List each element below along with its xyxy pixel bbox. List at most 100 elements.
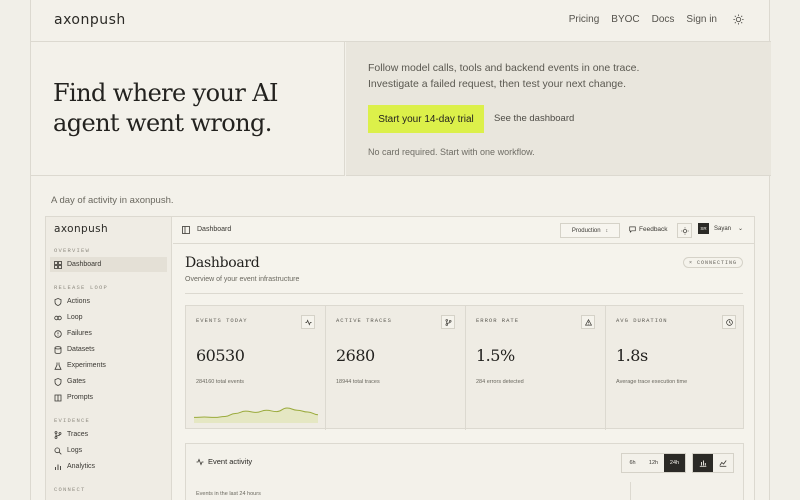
chevron-down-icon: ⌄ <box>738 226 744 232</box>
stat-card-events: EVENTS TODAY 60530 284160 total events <box>186 306 326 430</box>
clock-icon <box>722 315 736 329</box>
brand-logo[interactable]: axonpush <box>54 12 126 28</box>
sidebar-item-dashboard[interactable]: Dashboard <box>50 257 167 272</box>
sidebar-logo[interactable]: axonpush <box>54 223 108 235</box>
sidebar-item-traces[interactable]: Traces <box>50 427 167 442</box>
activity-subtitle: Events in the last 24 hours <box>196 491 261 497</box>
start-trial-button[interactable]: Start your 14-day trial <box>368 105 484 133</box>
hero-right: Follow model calls, tools and backend ev… <box>346 42 771 176</box>
breadcrumb: Dashboard <box>197 226 232 233</box>
stat-description: 18944 total traces <box>336 379 380 385</box>
avatar: SR <box>698 223 709 234</box>
sidebar-item-failures[interactable]: Failures <box>50 326 167 341</box>
chart-view-toggle <box>692 453 734 473</box>
event-activity-panel: Event activity 6h 12h 24h Events in the … <box>185 443 744 500</box>
book-icon <box>54 394 62 401</box>
see-dashboard-link[interactable]: See the dashboard <box>494 113 574 124</box>
nav-link-docs[interactable]: Docs <box>652 14 675 25</box>
stat-value: 2680 <box>336 346 375 365</box>
activity-icon <box>196 457 204 466</box>
nav-link-pricing[interactable]: Pricing <box>569 14 600 25</box>
stat-label: ERROR RATE <box>476 317 520 324</box>
sidebar-item-label: Dashboard <box>67 261 102 268</box>
range-24h[interactable]: 24h <box>664 454 685 472</box>
bar-chart-icon <box>55 464 61 470</box>
sidebar-section-connect: CONNECT <box>54 486 86 493</box>
search-icon <box>54 446 62 455</box>
page-frame: axonpush Pricing BYOC Docs Sign in Find … <box>30 0 771 500</box>
page-subtitle: Overview of your event infrastructure <box>185 276 300 283</box>
hero-left: Find where your AI agent went wrong. <box>31 42 345 176</box>
nav-links: Pricing BYOC Docs Sign in <box>569 14 771 25</box>
nav-link-byoc[interactable]: BYOC <box>611 14 639 25</box>
feedback-button[interactable]: Feedback <box>629 226 668 233</box>
stat-value: 1.8s <box>616 346 648 365</box>
feedback-label: Feedback <box>639 226 668 233</box>
sidebar-section-release: RELEASE LOOP <box>54 284 109 291</box>
sidebar-item-experiments[interactable]: Experiments <box>50 358 167 373</box>
message-icon <box>629 226 636 233</box>
git-branch-icon <box>54 430 62 439</box>
sun-icon <box>680 226 689 235</box>
sidebar-item-label: Analytics <box>67 463 96 470</box>
bar-chart-view-button[interactable] <box>693 454 713 472</box>
stat-label: EVENTS TODAY <box>196 317 248 324</box>
top-nav: axonpush Pricing BYOC Docs Sign in <box>31 0 771 42</box>
grid-icon <box>54 260 62 269</box>
stat-label: ACTIVE TRACES <box>336 317 392 324</box>
stat-card-duration: AVG DURATION 1.8s Average trace executio… <box>606 306 746 430</box>
area-chart-icon <box>719 460 727 467</box>
stat-card-error-rate: ERROR RATE 1.5% 284 errors detected <box>466 306 606 430</box>
shield-icon <box>54 377 62 386</box>
environment-select[interactable]: Production ↕ <box>560 223 620 238</box>
sidebar-item-analytics[interactable]: Analytics <box>50 459 167 474</box>
sun-icon[interactable] <box>733 14 744 25</box>
user-menu[interactable]: SR Sayan ⌄ <box>698 223 743 234</box>
stat-value: 1.5% <box>476 346 515 365</box>
demo-caption: A day of activity in axonpush. <box>51 195 174 206</box>
environment-label: Production <box>571 227 601 234</box>
hero-note: No card required. Start with one workflo… <box>368 147 535 157</box>
status-label: CONNECTING <box>697 259 738 266</box>
sidebar-item-label: Datasets <box>67 346 95 353</box>
sidebar-item-prompts[interactable]: Prompts <box>50 390 167 405</box>
sidebar-item-datasets[interactable]: Datasets <box>50 342 167 357</box>
sidebar-item-label: Logs <box>67 447 83 454</box>
range-12h[interactable]: 12h <box>643 454 664 472</box>
sidebar-item-label: Traces <box>67 431 89 438</box>
app-topbar: Dashboard Production ↕ Feedback SR Sayan … <box>173 217 755 244</box>
hero-title: Find where your AI agent went wrong. <box>53 79 278 137</box>
area-chart-view-button[interactable] <box>713 454 733 472</box>
bar-chart-icon <box>699 460 707 467</box>
stat-value: 60530 <box>196 346 245 365</box>
activity-title: Event activity <box>196 457 252 466</box>
sidebar-item-gates[interactable]: Gates <box>50 374 167 389</box>
sidebar-item-label: Prompts <box>67 394 94 401</box>
activity-title-label: Event activity <box>208 457 253 466</box>
divider <box>185 293 743 294</box>
time-range-toggle: 6h 12h 24h <box>621 453 686 473</box>
sidebar-item-loop[interactable]: Loop <box>50 310 167 325</box>
sidebar-item-actions[interactable]: Actions <box>50 294 167 309</box>
branch-icon <box>441 315 455 329</box>
chevron-updown-icon: ↕ <box>605 227 609 234</box>
nav-link-signin[interactable]: Sign in <box>686 14 717 25</box>
user-name: Sayan <box>714 225 732 232</box>
sidebar: axonpush OVERVIEW Dashboard RELEASE LOOP… <box>46 217 172 500</box>
sidebar-item-label: Actions <box>67 298 90 305</box>
sidebar-item-label: Experiments <box>67 362 106 369</box>
theme-toggle-button[interactable] <box>677 223 692 238</box>
chart-divider <box>630 482 631 500</box>
stat-description: Average trace execution time <box>616 379 688 385</box>
database-icon <box>54 345 62 354</box>
sidebar-toggle-icon[interactable] <box>182 226 190 234</box>
stat-description: 284160 total events <box>196 379 245 385</box>
activity-icon <box>301 315 315 329</box>
link-icon <box>54 315 62 320</box>
events-sparkline <box>194 407 318 423</box>
hero-description: Follow model calls, tools and backend ev… <box>368 62 640 90</box>
sidebar-item-logs[interactable]: Logs <box>50 443 167 458</box>
shield-check-icon <box>54 297 62 306</box>
sidebar-section-overview: OVERVIEW <box>54 247 91 254</box>
range-6h[interactable]: 6h <box>622 454 643 472</box>
